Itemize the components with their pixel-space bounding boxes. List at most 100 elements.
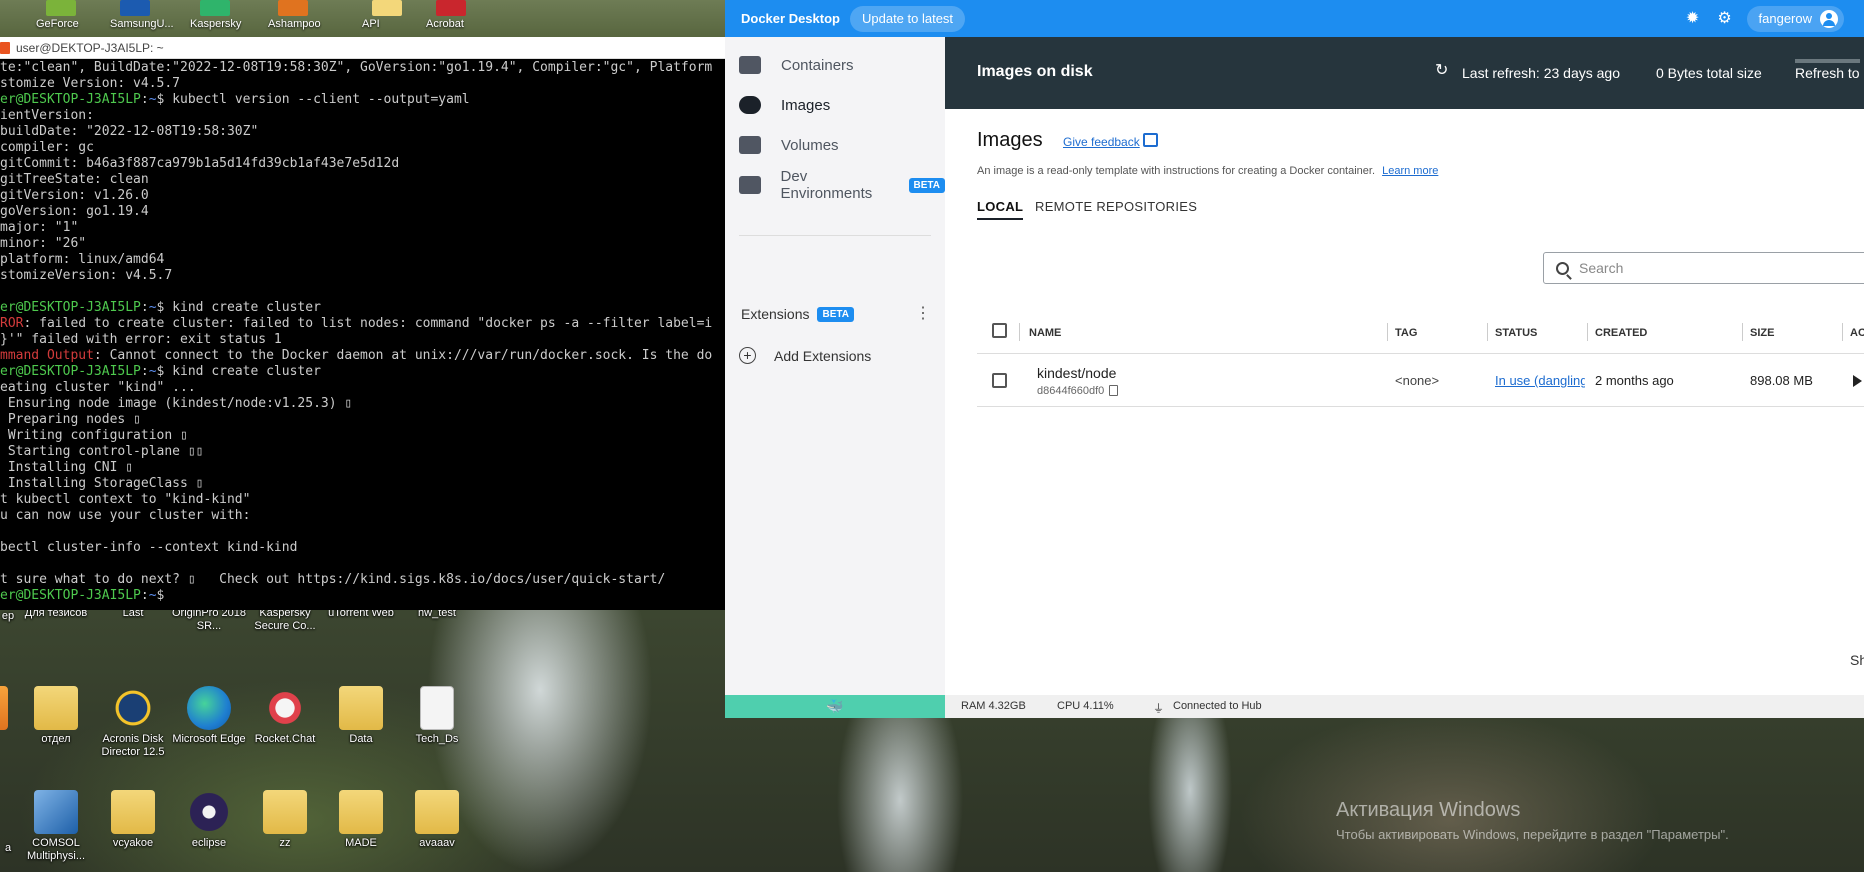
terminal-text: er@DESKTOP-J3AI5LP [0,300,141,315]
desktop-icon-made[interactable]: MADE [323,790,399,850]
column-header-tag[interactable]: TAG [1395,327,1417,339]
terminal-line: platform: linux/amd64 [0,252,725,268]
copy-icon[interactable] [1109,385,1118,396]
terminal-window[interactable]: user@DEKTOP-J3AI5LP: ~ te:"clean", Build… [0,37,725,610]
terminal-output[interactable]: te:"clean", BuildDate:"2022-12-08T19:58:… [0,59,725,608]
terminal-line: major: "1" [0,220,725,236]
sidebar-item-label: Dev Environments [780,168,873,202]
refresh-icon[interactable]: ↻ [1435,63,1451,79]
rocketchat-icon [263,686,307,730]
image-status-link[interactable]: In use (dangling) [1495,373,1585,388]
sidebar-item-dev-environments[interactable]: Dev Environments BETA [725,165,945,205]
watermark-title: Активация Windows [1336,799,1521,821]
desktop-icon-tech-ds[interactable]: Tech_Ds [399,686,475,746]
terminal-line: Starting control-plane ▯▯ [0,444,725,460]
main-content: Images on disk ↻ Last refresh: 23 days a… [945,37,1864,695]
refresh-button[interactable]: Refresh to [1795,59,1860,81]
terminal-line: stomizeVersion: v4.5.7 [0,268,725,284]
desktop-icon-avaaav[interactable]: avaaav [399,790,475,850]
update-button[interactable]: Update to latest [849,5,966,32]
terminal-line: Writing configuration ▯ [0,428,725,444]
desktop-icon-ashampoo[interactable]: Ashampoo [268,0,321,30]
sidebar-item-containers[interactable]: Containers [725,45,945,85]
terminal-text: buildDate: "2022-12-08T19:58:30Z" [0,124,259,139]
give-feedback-link[interactable]: Give feedback [1063,135,1140,149]
desktop-icon-zz[interactable]: zz [247,790,323,850]
partial-app-icon[interactable] [0,686,8,730]
sidebar-item-label: Containers [781,56,854,74]
user-menu-button[interactable]: fangerow [1746,5,1844,32]
desktop-icon-geforce[interactable]: GeForce [36,0,79,30]
column-header-status[interactable]: STATUS [1495,327,1537,339]
desktop-icon-otdel[interactable]: отдел [18,686,94,746]
terminal-text: t sure what to do next? ▯ Check out http… [0,572,666,587]
terminal-text: ~ [148,92,157,107]
row-checkbox[interactable] [992,373,1007,388]
run-play-icon[interactable] [1853,375,1862,387]
desktop-icon-acronis[interactable]: Acronis Disk Director 12.5 [95,686,171,759]
docker-whale-icon[interactable]: 🐳 [725,695,945,718]
sidebar-item-label: Volumes [781,136,839,154]
column-header-created[interactable]: CREATED [1595,327,1647,339]
tab-local[interactable]: LOCAL [977,199,1024,220]
terminal-line: u can now use your cluster with: [0,508,725,524]
desktop-icon-edge[interactable]: Microsoft Edge [171,686,247,746]
gear-icon[interactable]: ⚙ [1715,9,1735,29]
terminal-text: stomizeVersion: v4.5.7 [0,268,173,283]
desktop-icon-api[interactable]: API [362,0,402,30]
desktop-icon-samsung[interactable]: SamsungU... [110,0,174,30]
add-circle-icon: + [739,347,756,364]
sidebar-item-volumes[interactable]: Volumes [725,125,945,165]
add-extensions-button[interactable]: + Add Extensions [739,347,871,364]
feedback-icon[interactable] [1143,133,1158,147]
desktop-top-strip: GeForce SamsungU... Kaspersky Ashampoo A… [0,0,725,37]
tab-remote-repositories[interactable]: REMOTE REPOSITORIES [1035,199,1197,218]
search-input[interactable] [1579,260,1859,276]
image-created: 2 months ago [1595,373,1674,388]
bug-icon[interactable]: ✹ [1683,9,1703,29]
extensions-header: Extensions BETA ⋮ [741,299,935,329]
edge-icon [187,686,231,730]
terminal-text: Starting control-plane ▯▯ [0,444,204,459]
more-vert-icon[interactable]: ⋮ [915,305,931,323]
desktop-icon-kaspersky[interactable]: Kaspersky [190,0,241,30]
document-icon [420,686,454,730]
pagination-partial-text: Sh [1850,652,1864,668]
column-header-actions: ACTIO [1850,327,1864,339]
learn-more-link[interactable]: Learn more [1382,165,1438,177]
terminal-line: gitCommit: b46a3f887ca979b1a5d14fd39cb1a… [0,156,725,172]
terminal-line: te:"clean", BuildDate:"2022-12-08T19:58:… [0,60,725,76]
desktop-icon-kaspersky-secure[interactable]: Kaspersky Secure Co... [247,578,323,633]
column-header-name[interactable]: NAME [1029,327,1061,339]
column-header-size[interactable]: SIZE [1750,327,1774,339]
terminal-text: er@DESKTOP-J3AI5LP [0,588,141,603]
table-row[interactable]: kindest/node d8644f660df0 <none> In use … [977,355,1864,407]
terminal-text: Installing CNI ▯ [0,460,134,475]
desktop-icon-eclipse[interactable]: eclipse [171,790,247,850]
cpu-usage: CPU 4.11% [1057,700,1114,712]
desktop-icon-data[interactable]: Data [323,686,399,746]
column-divider [1742,323,1743,341]
terminal-line: buildDate: "2022-12-08T19:58:30Z" [0,124,725,140]
page-title: Images on disk [977,63,1093,80]
terminal-titlebar[interactable]: user@DEKTOP-J3AI5LP: ~ [0,37,725,59]
desktop-icon-comsol[interactable]: COMSOL Multiphysi... [18,790,94,863]
search-field[interactable] [1543,252,1864,284]
terminal-line: bectl cluster-info --context kind-kind [0,540,725,556]
terminal-text: gitTreeState: clean [0,172,149,187]
desktop-icon-vcyakoe[interactable]: vcyakoe [95,790,171,850]
sidebar-item-images[interactable]: Images [725,85,945,125]
terminal-text: $ kind create cluster [156,364,321,379]
terminal-text: ROR [0,316,24,331]
terminal-line: goVersion: go1.19.4 [0,204,725,220]
search-icon [1556,261,1569,275]
select-all-checkbox[interactable] [992,323,1007,338]
cloud-icon [739,96,761,114]
desktop-icon-rocketchat[interactable]: Rocket.Chat [247,686,323,746]
column-divider [1842,323,1843,341]
desktop-icon-acrobat[interactable]: Acrobat [426,0,466,30]
desktop-icon-originpro[interactable]: OriginPro 2018 SR... [171,578,247,633]
volumes-icon [739,136,761,154]
table-header: NAME TAG STATUS CREATED SIZE ACTIO [977,309,1864,354]
